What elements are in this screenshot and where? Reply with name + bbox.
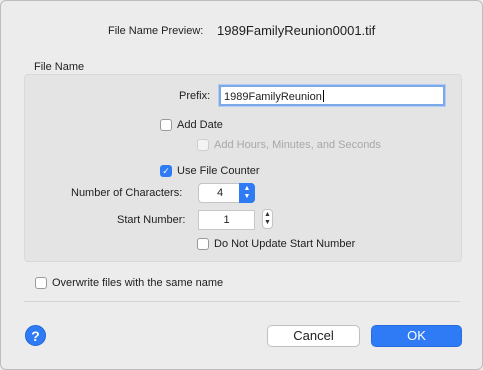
start-number-input[interactable]: 1 xyxy=(198,210,255,230)
use-file-counter-checkbox[interactable]: ✓ xyxy=(160,165,172,177)
section-title-file-name: File Name xyxy=(34,61,85,73)
start-number-label: Start Number: xyxy=(117,214,186,226)
add-hms-label: Add Hours, Minutes, and Seconds xyxy=(214,139,381,151)
chevron-updown-icon: ▲ ▼ xyxy=(239,183,255,203)
add-date-label: Add Date xyxy=(177,119,223,131)
checkmark-icon: ✓ xyxy=(162,166,170,176)
help-icon[interactable]: ? xyxy=(25,325,46,346)
file-name-preview-value: 1989FamilyReunion0001.tif xyxy=(217,23,376,38)
overwrite-files-label: Overwrite files with the same name xyxy=(52,277,224,289)
prefix-label: Prefix: xyxy=(179,90,211,102)
cancel-button[interactable]: Cancel xyxy=(267,325,360,347)
stepper-icon[interactable]: ▲ ▼ xyxy=(262,209,273,229)
number-of-characters-label: Number of Characters: xyxy=(71,187,183,199)
text-cursor xyxy=(322,90,324,102)
prefix-input[interactable]: 1989FamilyReunion xyxy=(219,85,445,106)
number-of-characters-value: 4 xyxy=(216,187,224,199)
add-date-checkbox[interactable] xyxy=(160,119,172,131)
do-not-update-start-number-label: Do Not Update Start Number xyxy=(214,238,356,250)
add-hms-checkbox[interactable] xyxy=(197,139,209,151)
start-number-value: 1 xyxy=(223,214,230,226)
prefix-input-value: 1989FamilyReunion xyxy=(224,91,322,103)
number-of-characters-popup[interactable]: 4 ▲ ▼ xyxy=(198,183,255,203)
file-name-dialog: File Name Preview: 1989FamilyReunion0001… xyxy=(0,0,483,370)
use-file-counter-label: Use File Counter xyxy=(177,165,260,177)
ok-button[interactable]: OK xyxy=(371,325,462,347)
overwrite-files-checkbox[interactable] xyxy=(35,277,47,289)
do-not-update-start-number-checkbox[interactable] xyxy=(197,238,209,250)
file-name-preview-label: File Name Preview: xyxy=(108,25,204,37)
divider xyxy=(24,301,460,302)
